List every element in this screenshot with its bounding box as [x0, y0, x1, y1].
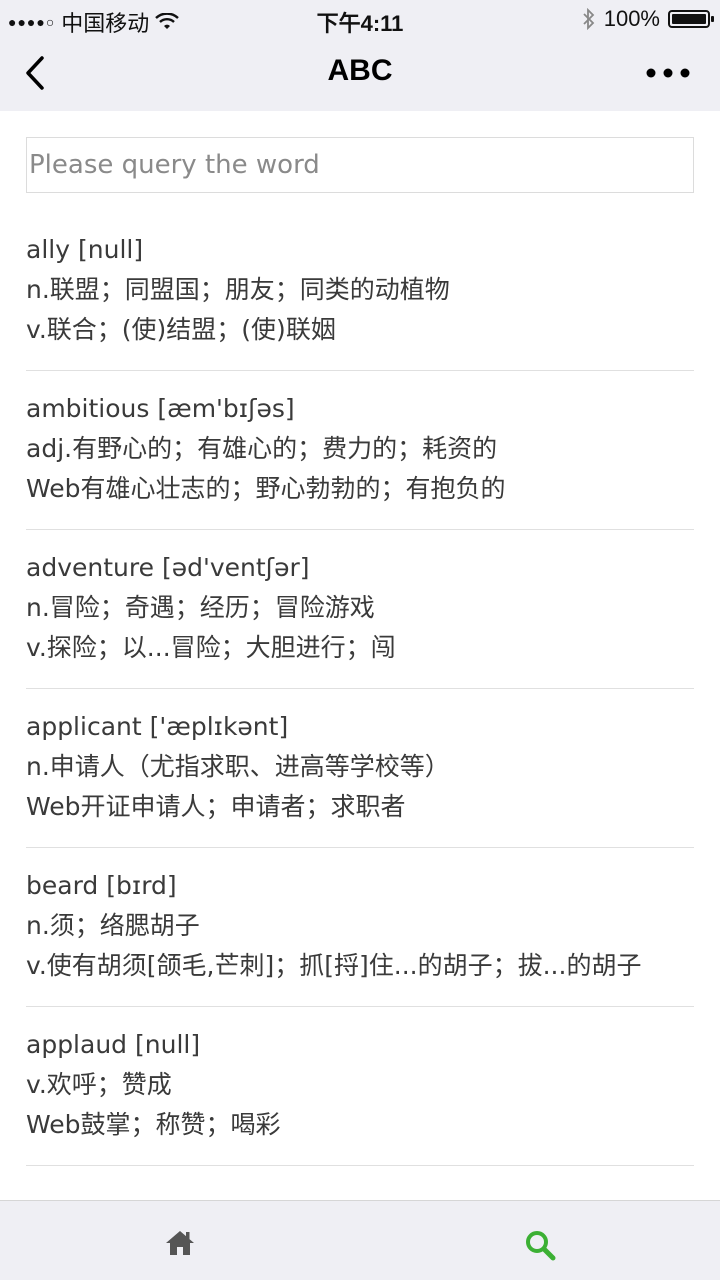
more-dots-icon — [646, 68, 690, 78]
home-icon — [166, 1231, 194, 1255]
list-item[interactable]: adventure [əd'ventʃər] n.冒险；奇遇；经历；冒险游戏 v… — [26, 530, 694, 689]
entry-word: applaud — [26, 1030, 128, 1059]
entry-definition: n.联盟；同盟国；朋友；同类的动植物 — [26, 275, 450, 304]
entry-phonetic: [æm'bɪʃəs] — [157, 394, 295, 423]
entry-definition: n.冒险；奇遇；经历；冒险游戏 — [26, 593, 375, 622]
tab-bar — [0, 1200, 720, 1280]
entry-word: adventure — [26, 553, 154, 582]
entry-word: ambitious — [26, 394, 150, 423]
battery-percent: 100% — [603, 6, 660, 31]
search-input[interactable] — [27, 138, 693, 192]
entry-definition: n.申请人（尤指求职、进高等学校等） — [26, 752, 450, 781]
list-item[interactable]: applicant ['æplɪkənt] n.申请人（尤指求职、进高等学校等）… — [26, 689, 694, 848]
search-box — [26, 137, 694, 193]
entry-definition: Web开证申请人；申请者；求职者 — [26, 792, 406, 821]
entry-definition: v.使有胡须[颌毛,芒刺]；抓[捋]住...的胡子；拔...的胡子 — [26, 951, 642, 980]
page-title: ABC — [327, 54, 393, 87]
entry-phonetic: [null] — [135, 1030, 201, 1059]
battery-icon — [668, 10, 714, 28]
entry-definition: Web鼓掌；称赞；喝彩 — [26, 1110, 281, 1139]
entry-definition: v.联合；(使)结盟；(使)联姻 — [26, 315, 336, 344]
more-button[interactable] — [644, 60, 692, 86]
bluetooth-icon — [583, 8, 594, 30]
entry-definition: v.欢呼；赞成 — [26, 1070, 172, 1099]
tab-search[interactable] — [360, 1201, 720, 1281]
status-right: 100% — [582, 6, 714, 32]
entry-phonetic: [bɪrd] — [106, 871, 177, 900]
entry-phonetic: [null] — [78, 235, 144, 264]
entry-phonetic: [əd'ventʃər] — [161, 553, 310, 582]
entry-word: applicant — [26, 712, 142, 741]
entry-word: ally — [26, 235, 71, 264]
entry-definition: v.探险；以...冒险；大胆进行；闯 — [26, 633, 396, 662]
tab-home[interactable] — [0, 1201, 360, 1281]
entry-definition: n.须；络腮胡子 — [26, 911, 200, 940]
status-bar: ●●●●○ 中国移动 下午4:11 100% — [0, 0, 720, 36]
word-list: ally [null] n.联盟；同盟国；朋友；同类的动植物 v.联合；(使)结… — [26, 212, 694, 1166]
list-item[interactable]: applaud [null] v.欢呼；赞成 Web鼓掌；称赞；喝彩 — [26, 1007, 694, 1166]
entry-phonetic: ['æplɪkənt] — [149, 712, 289, 741]
nav-bar: ABC — [0, 36, 720, 111]
list-item[interactable]: beard [bɪrd] n.须；络腮胡子 v.使有胡须[颌毛,芒刺]；抓[捋]… — [26, 848, 694, 1007]
list-item[interactable]: ally [null] n.联盟；同盟国；朋友；同类的动植物 v.联合；(使)结… — [26, 212, 694, 371]
entry-word: beard — [26, 871, 99, 900]
search-icon — [526, 1231, 556, 1261]
entry-definition: adj.有野心的；有雄心的；费力的；耗资的 — [26, 434, 498, 463]
list-item[interactable]: ambitious [æm'bɪʃəs] adj.有野心的；有雄心的；费力的；耗… — [26, 371, 694, 530]
entry-definition: Web有雄心壮志的；野心勃勃的；有抱负的 — [26, 474, 506, 503]
